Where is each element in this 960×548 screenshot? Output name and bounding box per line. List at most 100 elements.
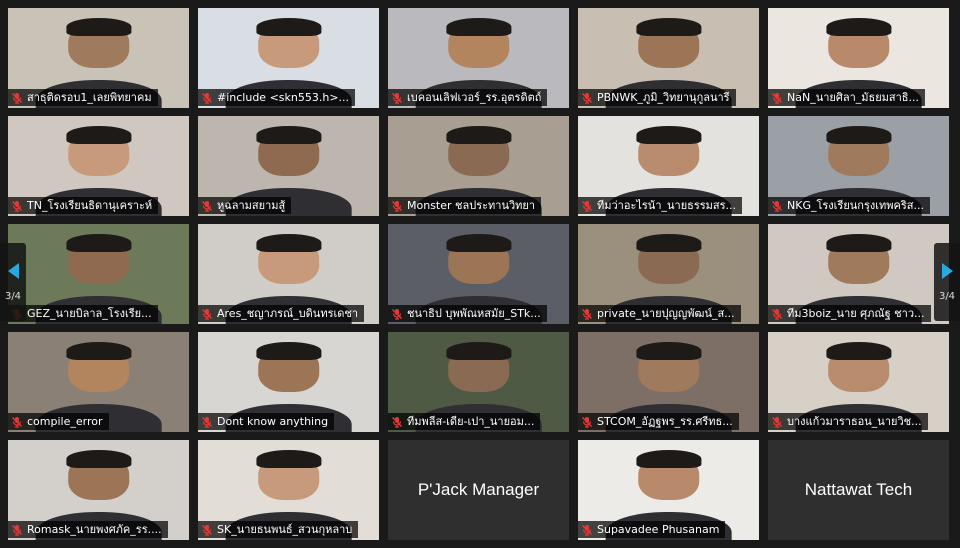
participant-tile[interactable]: compile_error (8, 332, 189, 432)
participant-name-bar: ทีม3boiz_นาย ศุภณัฐ ชาว... (768, 305, 931, 322)
person-hair (65, 234, 132, 252)
mic-muted-icon (771, 308, 783, 320)
participant-name-bar: #include <skn553.h>... (198, 89, 356, 106)
participant-tile[interactable]: ชนาธิป บุพพัณหสมัย_STk... (388, 224, 569, 324)
participant-tile[interactable]: ทีมพลีส-เดีย-เปา_นายอม... (388, 332, 569, 432)
page-indicator-right: 3/4 (938, 290, 956, 302)
participant-name-bar: สาธุติดรอบ1_เลยพิทยาคม (8, 89, 158, 106)
participant-tile[interactable]: private_นายปุญญพัฒน์_ส... (578, 224, 759, 324)
participant-name-bar: private_นายปุญญพัฒน์_ส... (578, 305, 741, 322)
participant-name: TN_โรงเรียนธิดานุเคราะห์ (27, 199, 153, 212)
participant-tile[interactable]: GEZ_นายบิลาล_โรงเรีย... (8, 224, 189, 324)
participant-name: STCOM_อัฏฐพร_รร.ศรีทธ... (597, 415, 733, 428)
mic-muted-icon (391, 416, 403, 428)
participant-tile[interactable]: PBNWK_ภูมิ_วิทยานุกูลนารี (578, 8, 759, 108)
participant-name-bar: PBNWK_ภูมิ_วิทยานุกูลนารี (578, 89, 736, 106)
mic-muted-icon (771, 200, 783, 212)
person-hair (635, 126, 702, 144)
person-hair (255, 342, 322, 360)
person-hair (635, 450, 702, 468)
person-hair (255, 18, 322, 36)
participant-name: compile_error (27, 415, 103, 428)
participant-name: ทีมว่าอะไรน้า_นายธรรมสร... (597, 199, 737, 212)
participant-tile[interactable]: STCOM_อัฏฐพร_รร.ศรีทธ... (578, 332, 759, 432)
participant-name: สาธุติดรอบ1_เลยพิทยาคม (27, 91, 152, 104)
participant-name-display: P'Jack Manager (417, 480, 540, 499)
person-hair (65, 342, 132, 360)
mic-muted-icon (391, 308, 403, 320)
participant-name-bar: GEZ_นายบิลาล_โรงเรีย... (8, 305, 158, 322)
participant-tile[interactable]: หูฉลามสยามสู้ (198, 116, 379, 216)
mic-muted-icon (391, 200, 403, 212)
mic-muted-icon (11, 416, 23, 428)
person-hair (825, 234, 892, 252)
participant-tile[interactable]: สาธุติดรอบ1_เลยพิทยาคม (8, 8, 189, 108)
participant-name: SK_นายธนพนธ์_สวนกุหลาบ (217, 523, 353, 536)
participant-name-bar: Supavadee Phusanam (578, 521, 726, 538)
participant-tile[interactable]: #include <skn553.h>... (198, 8, 379, 108)
person-hair (825, 126, 892, 144)
participant-name: ชนาธิป บุพพัณหสมัย_STk... (407, 307, 541, 320)
mic-muted-icon (11, 524, 23, 536)
participant-tile[interactable]: P'Jack Manager (388, 440, 569, 540)
participant-name-bar: TN_โรงเรียนธิดานุเคราะห์ (8, 197, 159, 214)
person-hair (445, 342, 512, 360)
mic-muted-icon (581, 416, 593, 428)
participant-tile[interactable]: Supavadee Phusanam (578, 440, 759, 540)
person-hair (445, 18, 512, 36)
person-hair (445, 234, 512, 252)
participant-name: Supavadee Phusanam (597, 523, 720, 536)
participant-tile[interactable]: Romask_นายพงศภัค_รร.... (8, 440, 189, 540)
previous-page-button[interactable]: 3/4 (0, 243, 26, 321)
participant-name: GEZ_นายบิลาล_โรงเรีย... (27, 307, 152, 320)
participant-name-bar: หูฉลามสยามสู้ (198, 197, 292, 214)
person-hair (255, 234, 322, 252)
participant-name: บางแก้วมาราธอน_นายวิช... (787, 415, 922, 428)
person-hair (65, 450, 132, 468)
participant-tile[interactable]: Nattawat Tech (768, 440, 949, 540)
participant-name-bar: ทีมพลีส-เดีย-เปา_นายอม... (388, 413, 541, 430)
participant-name-bar: Monster ชลประทานวิทยา (388, 197, 542, 214)
participant-name: Dont know anything (217, 415, 329, 428)
participant-tile[interactable]: SK_นายธนพนธ์_สวนกุหลาบ (198, 440, 379, 540)
participant-tile[interactable]: NKG_โรงเรียนกรุงเทพคริส... (768, 116, 949, 216)
participant-name: หูฉลามสยามสู้ (217, 199, 286, 212)
participant-tile[interactable]: ทีม3boiz_นาย ศุภณัฐ ชาว... (768, 224, 949, 324)
person-hair (445, 126, 512, 144)
person-hair (635, 18, 702, 36)
participant-tile[interactable]: NaN_นายศิลา_มัธยมสาธิ... (768, 8, 949, 108)
mic-muted-icon (581, 200, 593, 212)
video-grid: สาธุติดรอบ1_เลยพิทยาคม #include <skn553.h… (8, 8, 952, 540)
participant-name-bar: compile_error (8, 413, 109, 430)
participant-tile[interactable]: Dont know anything (198, 332, 379, 432)
participant-tile[interactable]: TN_โรงเรียนธิดานุเคราะห์ (8, 116, 189, 216)
participant-name-bar: ชนาธิป บุพพัณหสมัย_STk... (388, 305, 547, 322)
participant-tile[interactable]: ทีมว่าอะไรน้า_นายธรรมสร... (578, 116, 759, 216)
participant-name-bar: เบคอนเลิฟเวอร์_รร.อุตรดิตถ์ (388, 89, 548, 106)
participant-tile[interactable]: Monster ชลประทานวิทยา (388, 116, 569, 216)
person-hair (825, 342, 892, 360)
participant-name: Ares_ชญาภรณ์_บดินทรเดชา (217, 307, 359, 320)
participant-tile[interactable]: Ares_ชญาภรณ์_บดินทรเดชา (198, 224, 379, 324)
participant-tile[interactable]: บางแก้วมาราธอน_นายวิช... (768, 332, 949, 432)
person-hair (635, 342, 702, 360)
person-hair (825, 18, 892, 36)
mic-muted-icon (391, 92, 403, 104)
participant-name-display: Nattawat Tech (804, 480, 913, 499)
participant-name: PBNWK_ภูมิ_วิทยานุกูลนารี (597, 91, 730, 104)
participant-name: Romask_นายพงศภัค_รร.... (27, 523, 162, 536)
mic-muted-icon (11, 200, 23, 212)
person-hair (65, 126, 132, 144)
next-page-button[interactable]: 3/4 (934, 243, 960, 321)
participant-name: NaN_นายศิลา_มัธยมสาธิ... (787, 91, 919, 104)
chevron-left-icon (7, 262, 19, 279)
participant-name: NKG_โรงเรียนกรุงเทพคริส... (787, 199, 924, 212)
person-hair (255, 126, 322, 144)
person-hair (65, 18, 132, 36)
participant-name-bar: ทีมว่าอะไรน้า_นายธรรมสร... (578, 197, 743, 214)
participant-name: เบคอนเลิฟเวอร์_รร.อุตรดิตถ์ (407, 91, 542, 104)
participant-name-bar: Ares_ชญาภรณ์_บดินทรเดชา (198, 305, 365, 322)
mic-muted-icon (581, 92, 593, 104)
participant-name-bar: NKG_โรงเรียนกรุงเทพคริส... (768, 197, 930, 214)
participant-tile[interactable]: เบคอนเลิฟเวอร์_รร.อุตรดิตถ์ (388, 8, 569, 108)
